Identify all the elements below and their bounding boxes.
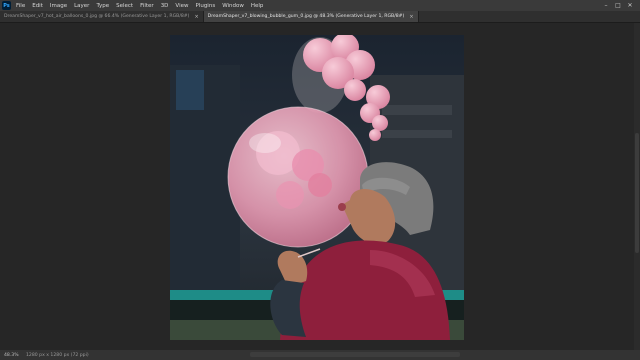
close-icon[interactable]: ✕ xyxy=(624,2,636,9)
minimize-icon[interactable]: – xyxy=(600,2,612,9)
maximize-icon[interactable]: □ xyxy=(612,2,624,9)
artwork-illustration xyxy=(170,35,464,340)
document-info[interactable]: 1280 px x 1280 px (72 ppi) xyxy=(26,353,89,358)
menu-plugins[interactable]: Plugins xyxy=(195,3,215,9)
tab-close-icon[interactable]: × xyxy=(409,14,413,20)
menu-layer[interactable]: Layer xyxy=(74,3,89,9)
menu-file[interactable]: File xyxy=(16,3,25,9)
menu-help[interactable]: Help xyxy=(251,3,264,9)
menu-window[interactable]: Window xyxy=(222,3,244,9)
tab-blowing-bubble-gum[interactable]: DreamShaper_v7_blowing_bubble_gum_0.jpg … xyxy=(203,11,419,22)
vertical-scrollbar[interactable] xyxy=(634,23,640,350)
menu-filter[interactable]: Filter xyxy=(140,3,154,9)
menu-bar: Ps File Edit Image Layer Type Select Fil… xyxy=(0,0,640,11)
tab-label: DreamShaper_v7_hot_air_balloons_0.jpg @ … xyxy=(4,14,190,19)
document-canvas-image[interactable] xyxy=(170,35,464,340)
document-tab-bar: DreamShaper_v7_hot_air_balloons_0.jpg @ … xyxy=(0,11,640,23)
tab-close-icon[interactable]: × xyxy=(194,14,198,20)
menu-type[interactable]: Type xyxy=(96,3,109,9)
horizontal-scrollbar[interactable] xyxy=(250,352,460,357)
menu-view[interactable]: View xyxy=(175,3,188,9)
zoom-level[interactable]: 48.3% xyxy=(4,353,26,358)
scrollbar-thumb[interactable] xyxy=(635,133,639,253)
tab-label: DreamShaper_v7_blowing_bubble_gum_0.jpg … xyxy=(207,14,405,19)
photoshop-logo-icon[interactable]: Ps xyxy=(2,1,11,10)
menu-select[interactable]: Select xyxy=(116,3,133,9)
menu-image[interactable]: Image xyxy=(50,3,67,9)
menu-3d[interactable]: 3D xyxy=(161,3,169,9)
window-controls: – □ ✕ xyxy=(600,0,636,11)
menu-edit[interactable]: Edit xyxy=(32,3,43,9)
tab-hot-air-balloons[interactable]: DreamShaper_v7_hot_air_balloons_0.jpg @ … xyxy=(0,11,204,22)
